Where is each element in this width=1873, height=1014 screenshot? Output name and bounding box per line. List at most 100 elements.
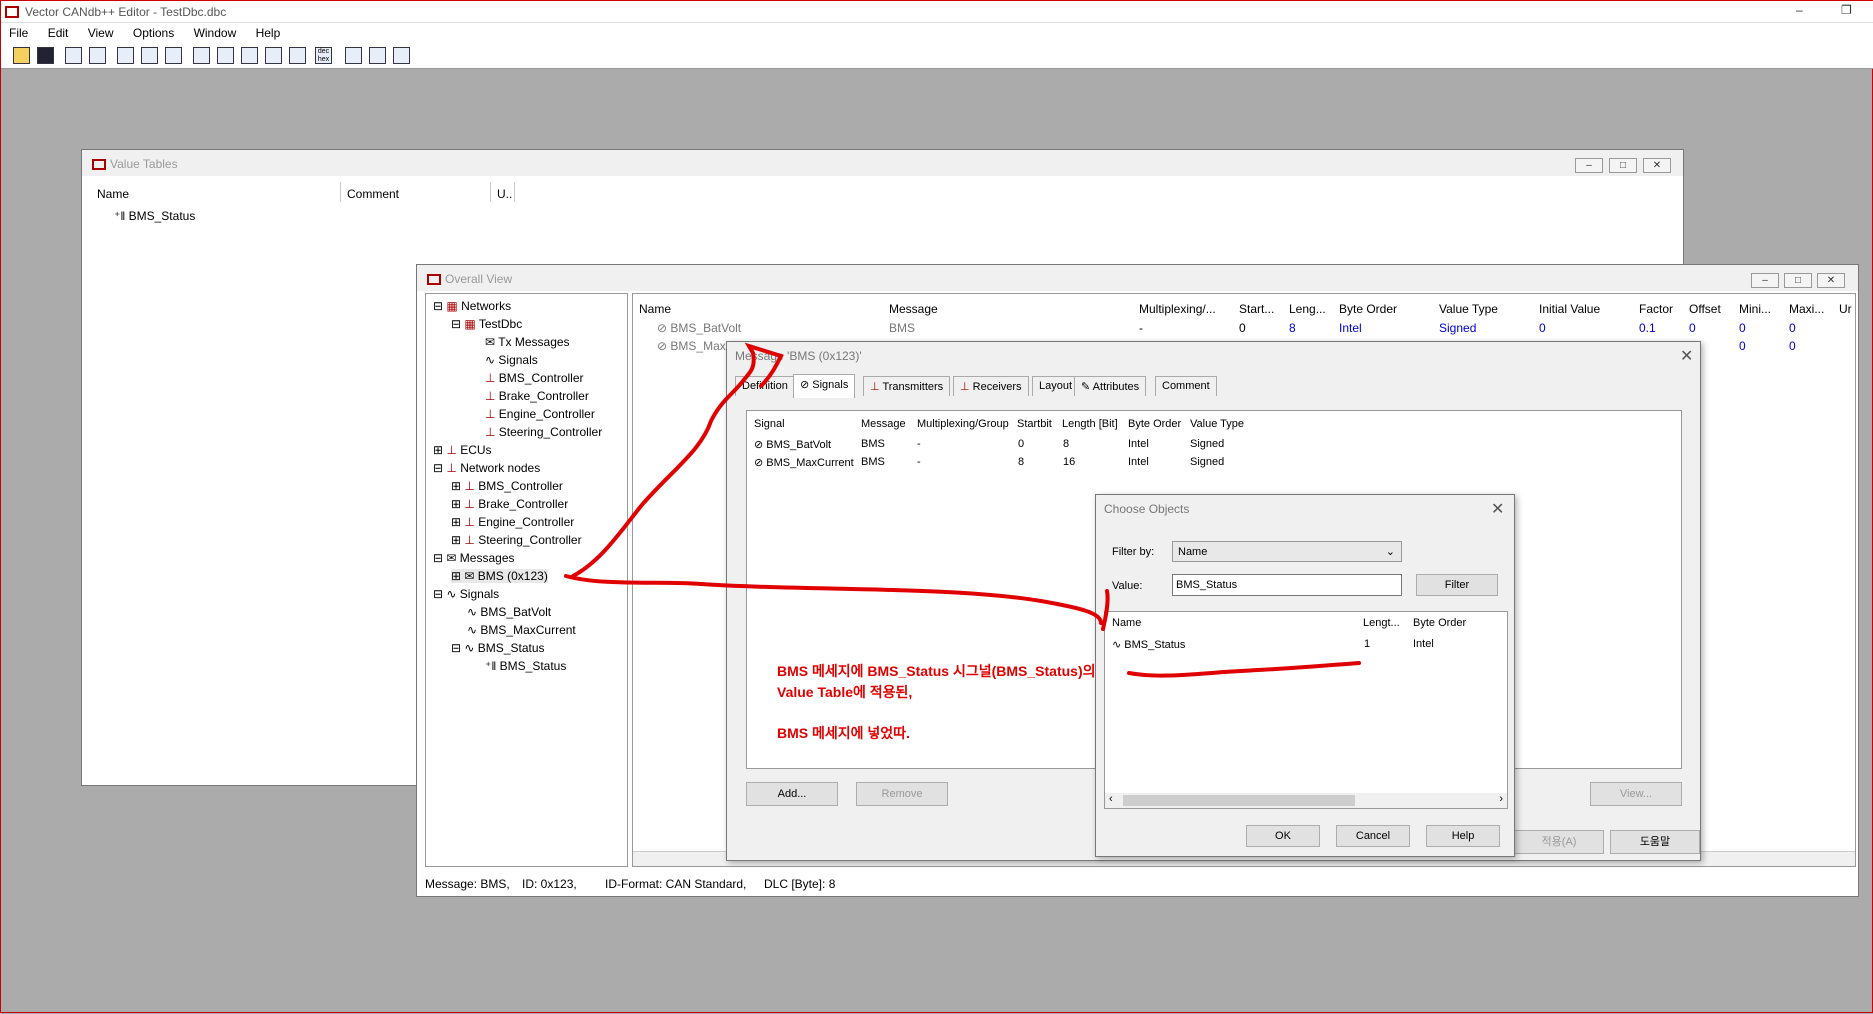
copy-icon[interactable]	[65, 47, 82, 64]
tree-item-message-bms[interactable]: ⊞ ✉ BMS (0x123)	[451, 569, 548, 583]
signal-row-name[interactable]: ⊘ BMS_Max	[657, 339, 726, 353]
column-factor[interactable]: Factor	[1639, 302, 1673, 316]
minimize-button[interactable]: –	[1575, 158, 1603, 173]
tree-item-signal[interactable]: ∿ BMS_MaxCurrent	[467, 623, 576, 637]
tree-item-node[interactable]: ⊞ ⊥ BMS_Controller	[451, 479, 563, 493]
view-table-icon[interactable]	[241, 47, 258, 64]
value-table-row[interactable]: ⁺ǁ BMS_Status	[114, 209, 195, 223]
dec-hex-icon[interactable]: dec hex	[315, 47, 332, 64]
filter-button[interactable]: Filter	[1416, 574, 1498, 596]
tree-item-node[interactable]: ⊥ Engine_Controller	[485, 407, 595, 421]
column-byte-order[interactable]: Byte Order	[1339, 302, 1397, 316]
tree-item-signals-root[interactable]: ⊟ ∿ Signals	[433, 587, 499, 601]
column-length[interactable]: Lengt...	[1363, 617, 1400, 629]
column-unit[interactable]: Ur	[1839, 302, 1852, 316]
tab-receivers[interactable]: ⊥ Receivers	[953, 376, 1029, 396]
column-value-type[interactable]: Value Type	[1439, 302, 1498, 316]
view-detail-icon[interactable]	[217, 47, 234, 64]
maximize-button[interactable]: □	[1784, 273, 1812, 288]
ecu-icon[interactable]	[141, 47, 158, 64]
open-icon[interactable]	[13, 47, 30, 64]
tree-item-signal[interactable]: ∿ BMS_BatVolt	[467, 605, 551, 619]
column-name[interactable]: Name	[639, 302, 671, 316]
tree-item-networks[interactable]: ⊟ ▦ Networks	[433, 299, 511, 313]
ok-button[interactable]: OK	[1246, 825, 1320, 847]
tree-item-ecus[interactable]: ⊞ ⊥ ECUs	[433, 443, 492, 457]
tree-item-node[interactable]: ⊥ Brake_Controller	[485, 389, 589, 403]
tab-transmitters[interactable]: ⊥ Transmitters	[863, 376, 951, 396]
remove-button[interactable]: Remove	[856, 782, 948, 806]
column-name[interactable]: Name	[97, 187, 129, 201]
help-button[interactable]: Help	[1426, 825, 1500, 847]
menu-options[interactable]: Options	[125, 23, 182, 40]
cancel-button[interactable]: Cancel	[1336, 825, 1410, 847]
column-minimum[interactable]: Mini...	[1739, 302, 1771, 316]
apply-button[interactable]: 적용(A)	[1514, 830, 1604, 854]
tab-signals[interactable]: ⊘ Signals	[793, 374, 856, 398]
menu-file[interactable]: File	[1, 23, 36, 40]
column-value-type[interactable]: Value Type	[1190, 418, 1244, 430]
network-icon[interactable]	[117, 47, 134, 64]
tree-item-node[interactable]: ⊞ ⊥ Brake_Controller	[451, 497, 568, 511]
close-button[interactable]: ✕	[1817, 273, 1845, 288]
signal-row-name[interactable]: ⊘ BMS_BatVolt	[754, 438, 831, 451]
tools-icon[interactable]	[165, 47, 182, 64]
horizontal-scrollbar[interactable]: ‹ ›	[1105, 793, 1507, 808]
menu-help[interactable]: Help	[248, 23, 289, 40]
column-byte-order[interactable]: Byte Order	[1413, 617, 1466, 629]
minimize-button[interactable]: –	[1751, 273, 1779, 288]
close-icon[interactable]: ✕	[1491, 499, 1504, 519]
tab-layout[interactable]: Layout	[1032, 376, 1080, 396]
paste-icon[interactable]	[89, 47, 106, 64]
column-name[interactable]: Name	[1112, 617, 1141, 629]
column-unit[interactable]: U..	[497, 187, 512, 201]
tree-item-node[interactable]: ⊞ ⊥ Engine_Controller	[451, 515, 574, 529]
column-comment[interactable]: Comment	[347, 187, 399, 201]
column-message[interactable]: Message	[889, 302, 938, 316]
column-startbit[interactable]: Startbit	[1017, 418, 1052, 430]
tree-item-node[interactable]: ⊥ Steering_Controller	[485, 425, 602, 439]
tree-item-node[interactable]: ⊥ BMS_Controller	[485, 371, 584, 385]
close-button[interactable]: ✕	[1643, 158, 1671, 173]
column-multiplexing[interactable]: Multiplexing/...	[1139, 302, 1216, 316]
object-row-name[interactable]: ∿ BMS_Status	[1112, 638, 1185, 651]
filter-by-select[interactable]: Name ⌄	[1172, 541, 1402, 562]
tree-item-signal[interactable]: ⊟ ∿ BMS_Status	[451, 641, 545, 655]
cascade-icon[interactable]	[345, 47, 362, 64]
column-multiplexing[interactable]: Multiplexing/Group	[917, 418, 1009, 430]
column-length[interactable]: Leng...	[1289, 302, 1326, 316]
tab-attributes[interactable]: ✎ Attributes	[1074, 376, 1147, 396]
minimize-icon[interactable]: –	[1796, 3, 1803, 17]
column-byte-order[interactable]: Byte Order	[1128, 418, 1181, 430]
scrollbar-thumb[interactable]	[1123, 795, 1355, 806]
column-message[interactable]: Message	[861, 418, 906, 430]
tile-vertical-icon[interactable]	[393, 47, 410, 64]
tree-item-node[interactable]: ⊞ ⊥ Steering_Controller	[451, 533, 582, 547]
column-offset[interactable]: Offset	[1689, 302, 1721, 316]
tree-item-signals[interactable]: ∿ Signals	[485, 353, 538, 367]
tree-item-messages[interactable]: ⊟ ✉ Messages	[433, 551, 515, 565]
tree-item-value-table[interactable]: ⁺ǁ BMS_Status	[485, 659, 566, 673]
tree-item-testdbc[interactable]: ⊟ ▦ TestDbc	[451, 317, 522, 331]
tree-item-tx-messages[interactable]: ✉ Tx Messages	[485, 335, 570, 349]
view-list-icon[interactable]	[193, 47, 210, 64]
tab-definition[interactable]: Definition	[735, 376, 795, 396]
menu-view[interactable]: View	[80, 23, 122, 40]
view-extra-icon[interactable]	[289, 47, 306, 64]
scroll-right-icon[interactable]: ›	[1499, 793, 1503, 805]
view-grid-icon[interactable]	[265, 47, 282, 64]
tile-horizontal-icon[interactable]	[369, 47, 386, 64]
column-length[interactable]: Length [Bit]	[1062, 418, 1118, 430]
restore-icon[interactable]: ❐	[1841, 3, 1852, 17]
column-startbit[interactable]: Start...	[1239, 302, 1274, 316]
menu-edit[interactable]: Edit	[40, 23, 77, 40]
tab-comment[interactable]: Comment	[1155, 376, 1217, 396]
menu-window[interactable]: Window	[186, 23, 245, 40]
maximize-button[interactable]: □	[1609, 158, 1637, 173]
signal-row-name[interactable]: ⊘ BMS_MaxCurrent	[754, 456, 854, 469]
help-button[interactable]: 도움말	[1610, 830, 1700, 854]
column-signal[interactable]: Signal	[754, 418, 785, 430]
column-initial-value[interactable]: Initial Value	[1539, 302, 1600, 316]
scroll-left-icon[interactable]: ‹	[1109, 793, 1113, 805]
close-icon[interactable]: ✕	[1680, 346, 1693, 366]
